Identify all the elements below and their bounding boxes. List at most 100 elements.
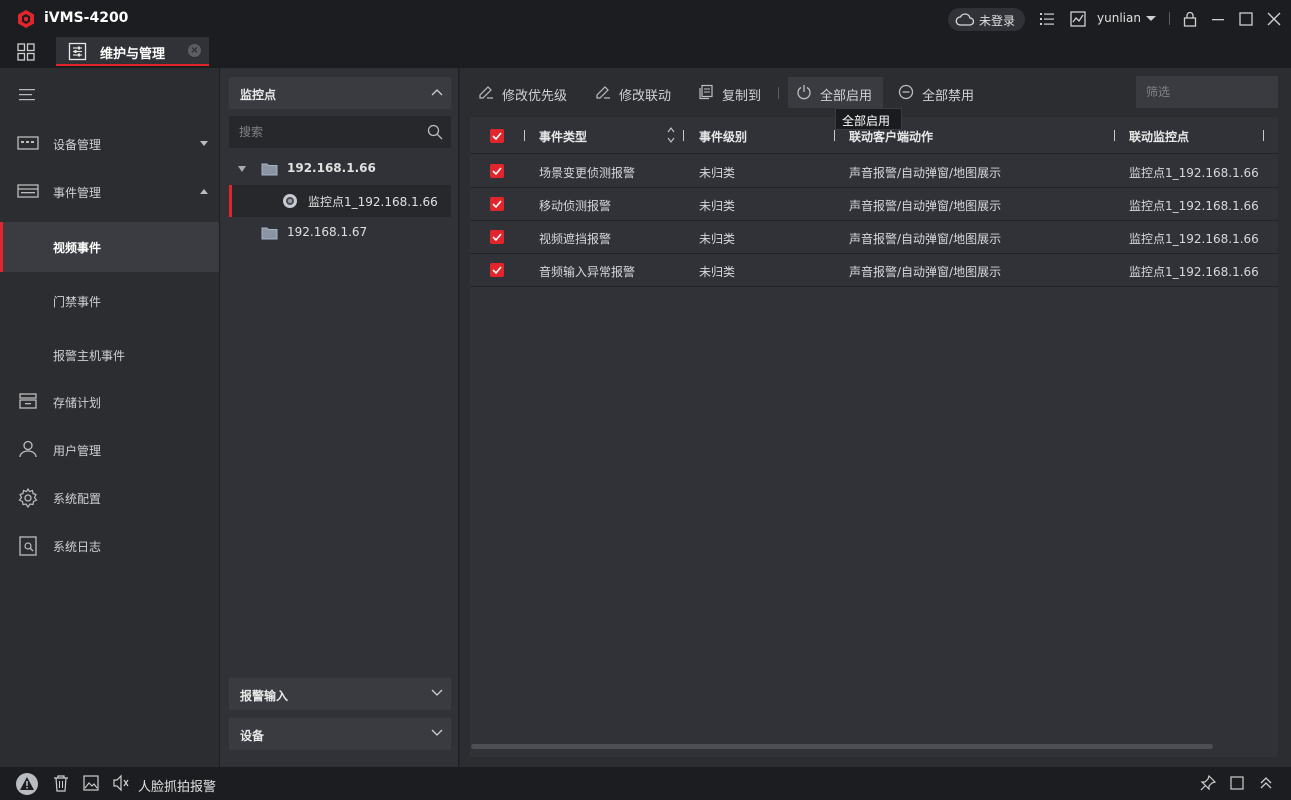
trash-icon[interactable] xyxy=(53,774,69,792)
search-icon[interactable] xyxy=(427,124,443,140)
disable-all-button[interactable]: 全部禁用 xyxy=(898,77,988,108)
sidebar-item-label: 门禁事件 xyxy=(53,295,102,309)
search-input[interactable] xyxy=(229,116,419,148)
sidebar-item-label: 事件管理 xyxy=(53,186,102,200)
event-config-panel: 修改优先级 修改联动 复制到 全部启用 全部禁用 全部启用 xyxy=(460,68,1291,767)
chevron-up-icon[interactable] xyxy=(431,88,443,96)
sidebar-item-video-event[interactable]: 视频事件 xyxy=(0,222,219,272)
chevron-down-icon[interactable] xyxy=(431,689,443,697)
copy-to-button[interactable]: 复制到 xyxy=(698,77,770,108)
row-checkbox[interactable] xyxy=(490,164,504,178)
sidebar-item-label: 存储计划 xyxy=(53,396,102,410)
cell-client-action: 声音报警/自动弹窗/地图展示 xyxy=(849,199,1002,213)
tab-bar: 维护与管理 × xyxy=(0,37,1291,68)
tab-maintenance[interactable]: 维护与管理 × xyxy=(56,37,209,66)
row-checkbox[interactable] xyxy=(490,197,504,211)
table-row[interactable]: 场景变更侦测报警 未归类 声音报警/自动弹窗/地图展示 监控点1_192.168… xyxy=(470,155,1278,188)
chevron-down-icon[interactable] xyxy=(1146,16,1156,21)
task-list-icon[interactable] xyxy=(1038,10,1056,28)
panel-title: 报警输入 xyxy=(240,689,289,703)
button-label: 复制到 xyxy=(722,89,762,104)
app-title: iVMS-4200 xyxy=(44,10,129,26)
column-divider[interactable] xyxy=(1263,130,1264,141)
sidebar-item-event-management[interactable]: 事件管理 xyxy=(0,169,219,215)
column-header-linked-camera[interactable]: 联动监控点 xyxy=(1129,128,1189,145)
checkmark-icon xyxy=(492,132,502,141)
sort-icon[interactable] xyxy=(667,126,675,144)
device-panel-header[interactable]: 设备 xyxy=(229,718,451,750)
speaker-mute-icon[interactable] xyxy=(112,774,130,792)
alarm-message: 人脸抓拍报警 xyxy=(138,780,217,795)
sidebar-item-device-management[interactable]: 设备管理 xyxy=(0,121,219,167)
sidebar-item-system-log[interactable]: 系统日志 xyxy=(0,523,219,569)
folder-icon xyxy=(261,163,278,176)
column-divider[interactable] xyxy=(683,130,684,141)
tree-search xyxy=(229,116,451,148)
folder-icon xyxy=(261,227,278,240)
sidebar-item-label: 报警主机事件 xyxy=(53,349,126,363)
disable-icon xyxy=(898,84,914,100)
enable-all-button[interactable]: 全部启用 xyxy=(788,77,883,108)
cloud-login-label: 未登录 xyxy=(979,14,1016,28)
column-divider[interactable] xyxy=(1114,130,1115,141)
maximize-icon[interactable] xyxy=(1237,10,1255,28)
table-row[interactable]: 移动侦测报警 未归类 声音报警/自动弹窗/地图展示 监控点1_192.168.1… xyxy=(470,188,1278,221)
filter-input[interactable] xyxy=(1136,76,1278,108)
minimize-icon[interactable] xyxy=(1209,10,1227,28)
tab-close-icon[interactable]: × xyxy=(188,44,201,57)
row-checkbox[interactable] xyxy=(490,263,504,277)
cell-client-action: 声音报警/自动弹窗/地图展示 xyxy=(849,232,1002,246)
column-header-event-type[interactable]: 事件类型 xyxy=(539,128,587,145)
camera-panel-header[interactable]: 监控点 xyxy=(229,77,451,109)
horizontal-scrollbar[interactable] xyxy=(471,744,1213,749)
tree-node-device-67[interactable]: 192.168.1.67 xyxy=(229,217,451,249)
expand-arrow-icon[interactable] xyxy=(238,166,246,172)
row-checkbox[interactable] xyxy=(490,230,504,244)
cell-linked-camera: 监控点1_192.168.1.66 xyxy=(1129,199,1259,213)
button-label: 修改联动 xyxy=(619,89,672,104)
sidebar-item-alarm-host-event[interactable]: 报警主机事件 xyxy=(0,330,219,380)
edit-icon xyxy=(479,86,493,99)
double-chevron-up-icon[interactable] xyxy=(1258,774,1274,792)
image-icon[interactable] xyxy=(83,774,99,792)
edit-priority-button[interactable]: 修改优先级 xyxy=(478,77,578,108)
cell-event-type: 场景变更侦测报警 xyxy=(539,166,636,180)
column-header-event-level[interactable]: 事件级别 xyxy=(699,128,747,145)
cell-event-type: 音频输入异常报警 xyxy=(539,265,636,279)
sidebar-item-access-event[interactable]: 门禁事件 xyxy=(0,276,219,326)
column-divider[interactable] xyxy=(524,130,525,141)
column-header-client-action[interactable]: 联动客户端动作 xyxy=(849,128,933,145)
table-row[interactable]: 音频输入异常报警 未归类 声音报警/自动弹窗/地图展示 监控点1_192.168… xyxy=(470,254,1278,287)
menu-collapse-icon[interactable] xyxy=(19,88,35,102)
select-all-checkbox[interactable] xyxy=(490,129,504,143)
sidebar-item-system-config[interactable]: 系统配置 xyxy=(0,475,219,521)
column-divider[interactable] xyxy=(834,130,835,141)
tree-node-device-66[interactable]: 192.168.1.66 xyxy=(229,153,451,185)
pin-icon[interactable] xyxy=(1199,774,1217,792)
sidebar-item-user-management[interactable]: 用户管理 xyxy=(0,427,219,473)
tree-node-camera-1[interactable]: 监控点1_192.168.1.66 xyxy=(229,185,451,217)
divider xyxy=(778,87,779,99)
close-icon[interactable] xyxy=(1265,10,1283,28)
cell-event-type: 移动侦测报警 xyxy=(539,199,612,213)
camera-tree-panel: 监控点 192.168.1.66 监控点1_192.168.1.66 192.1… xyxy=(219,68,459,767)
lock-icon[interactable] xyxy=(1181,10,1199,28)
sidebar-item-label: 系统日志 xyxy=(53,540,102,554)
title-bar: iVMS-4200 未登录 yunlian xyxy=(0,0,1291,37)
window-icon[interactable] xyxy=(1229,774,1245,792)
monitor-status-icon[interactable] xyxy=(1069,10,1087,28)
table-row[interactable]: 视频遮挡报警 未归类 声音报警/自动弹窗/地图展示 监控点1_192.168.1… xyxy=(470,221,1278,254)
chevron-down-icon[interactable] xyxy=(431,729,443,737)
edit-linkage-button[interactable]: 修改联动 xyxy=(595,77,680,108)
cell-linked-camera: 监控点1_192.168.1.66 xyxy=(1129,265,1259,279)
status-bar: 人脸抓拍报警 xyxy=(0,767,1291,800)
cloud-login-button[interactable]: 未登录 xyxy=(948,8,1025,31)
alarm-input-panel-header[interactable]: 报警输入 xyxy=(229,678,451,710)
sidebar-item-storage-schedule[interactable]: 存储计划 xyxy=(0,379,219,425)
device-icon xyxy=(17,136,39,150)
user-name[interactable]: yunlian xyxy=(1097,11,1141,25)
alarm-warning-icon[interactable] xyxy=(15,772,39,796)
storage-icon xyxy=(19,393,37,409)
module-grid-icon[interactable] xyxy=(17,43,35,61)
sidebar-item-label: 系统配置 xyxy=(53,492,102,506)
